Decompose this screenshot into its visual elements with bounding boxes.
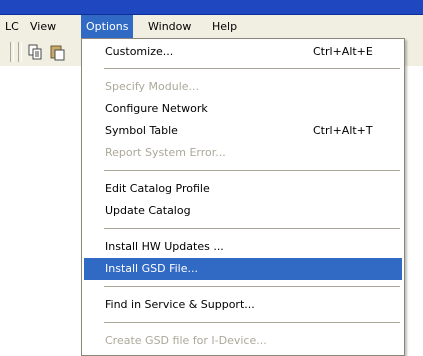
menu-item-install-gsd-file[interactable]: Install GSD File... — [84, 258, 402, 280]
menu-item-find-in-service-support[interactable]: Find in Service & Support... — [84, 294, 402, 316]
toolbar-separator — [18, 42, 22, 62]
menu-item-install-hw-updates[interactable]: Install HW Updates ... — [84, 236, 402, 258]
menu-separator — [104, 228, 400, 229]
paste-icon[interactable] — [49, 43, 67, 61]
menu-item-symbol-table[interactable]: Symbol Table Ctrl+Alt+T — [84, 120, 402, 142]
menu-item-edit-catalog-profile[interactable]: Edit Catalog Profile — [84, 178, 402, 200]
menu-item-label: Report System Error... — [105, 146, 226, 159]
menu-item-shortcut: Ctrl+Alt+E — [313, 45, 373, 58]
menu-item-label: Configure Network — [105, 102, 208, 115]
menu-lc[interactable]: LC — [0, 15, 24, 38]
menu-separator — [104, 170, 400, 171]
menu-view[interactable]: View — [25, 15, 61, 38]
menu-bar: LC View Options Window Help — [0, 15, 423, 38]
menu-options[interactable]: Options — [81, 15, 134, 38]
menu-item-label: Install HW Updates ... — [105, 240, 224, 253]
menu-item-report-system-error: Report System Error... — [84, 142, 402, 164]
menu-help[interactable]: Help — [207, 15, 242, 38]
menu-item-label: Find in Service & Support... — [105, 298, 255, 311]
menu-item-specify-module: Specify Module... — [84, 76, 402, 98]
title-bar — [0, 0, 423, 15]
menu-item-label: Edit Catalog Profile — [105, 182, 210, 195]
menu-item-label: Specify Module... — [105, 80, 200, 93]
menu-item-label: Customize... — [105, 45, 174, 58]
menu-item-label: Install GSD File... — [105, 262, 198, 275]
menu-item-shortcut: Ctrl+Alt+T — [313, 124, 373, 137]
menu-window[interactable]: Window — [143, 15, 196, 38]
copy-icon[interactable] — [27, 43, 45, 61]
toolbar-gripper[interactable] — [10, 42, 14, 62]
menu-item-customize[interactable]: Customize... Ctrl+Alt+E — [84, 41, 402, 63]
menu-item-update-catalog[interactable]: Update Catalog — [84, 200, 402, 222]
menu-separator — [104, 68, 400, 69]
menu-separator — [104, 286, 400, 287]
menu-item-label: Symbol Table — [105, 124, 178, 137]
menu-item-configure-network[interactable]: Configure Network — [84, 98, 402, 120]
menu-separator — [104, 322, 400, 323]
options-dropdown-menu: Customize... Ctrl+Alt+E Specify Module..… — [81, 38, 405, 356]
menu-item-label: Create GSD file for I-Device... — [105, 334, 267, 347]
menu-item-label: Update Catalog — [105, 204, 191, 217]
menu-item-create-gsd-file: Create GSD file for I-Device... — [84, 330, 402, 352]
